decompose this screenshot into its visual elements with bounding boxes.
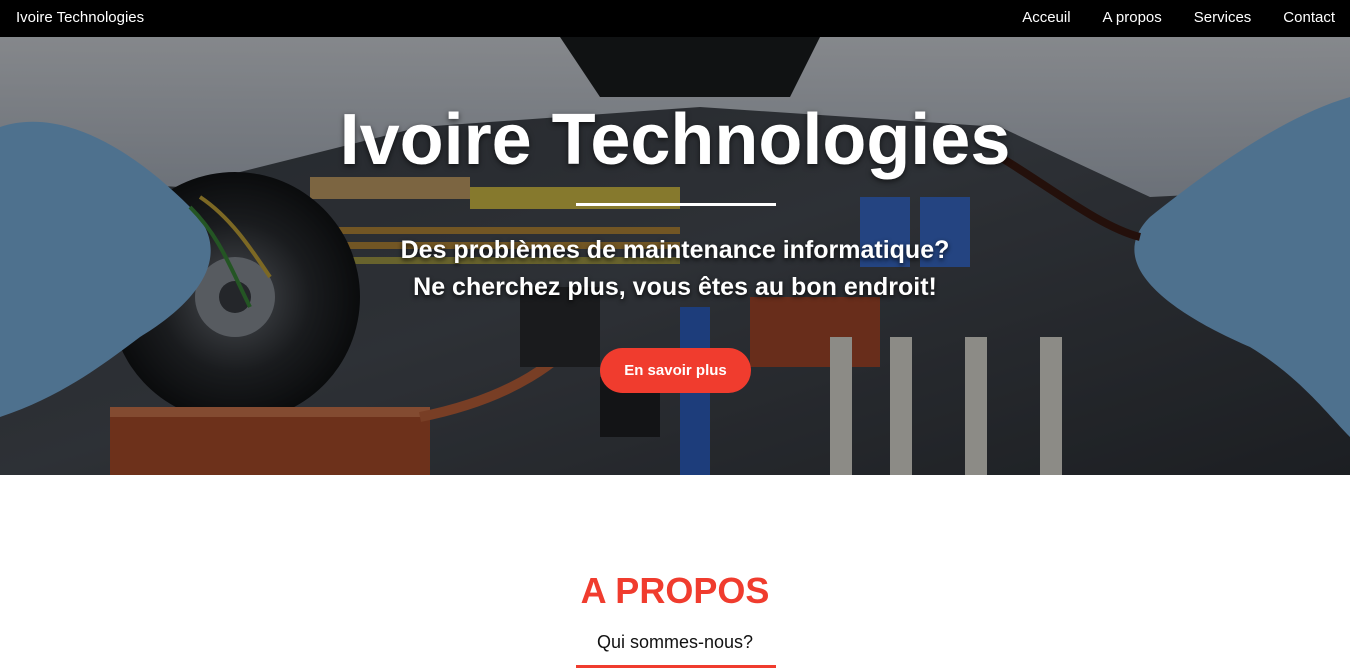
nav-link-contact[interactable]: Contact <box>1283 9 1335 26</box>
hero-title: Ivoire Technologies <box>339 100 1011 180</box>
about-section-title: A PROPOS <box>580 570 770 611</box>
nav-links: Acceuil A propos Services Contact <box>1022 9 1335 26</box>
nav-link-services[interactable]: Services <box>1194 9 1252 26</box>
nav-link-a-propos[interactable]: A propos <box>1103 9 1162 26</box>
learn-more-button[interactable]: En savoir plus <box>600 348 751 393</box>
hero-divider <box>576 203 776 206</box>
hero-subtitle-line-1: Des problèmes de maintenance informatiqu… <box>400 236 950 264</box>
brand-link[interactable]: Ivoire Technologies <box>16 9 144 26</box>
hero-subtitle: Des problèmes de maintenance informatiqu… <box>0 232 1350 306</box>
hero-subtitle-line-2: Ne cherchez plus, vous êtes au bon endro… <box>413 273 937 301</box>
hero-section: Ivoire Technologies Des problèmes de mai… <box>0 37 1350 475</box>
about-section-subtitle: Qui sommes-nous? <box>596 632 754 652</box>
top-navbar: Ivoire Technologies Acceuil A propos Ser… <box>0 0 1350 37</box>
about-divider <box>576 665 776 668</box>
nav-link-acceuil[interactable]: Acceuil <box>1022 9 1070 26</box>
